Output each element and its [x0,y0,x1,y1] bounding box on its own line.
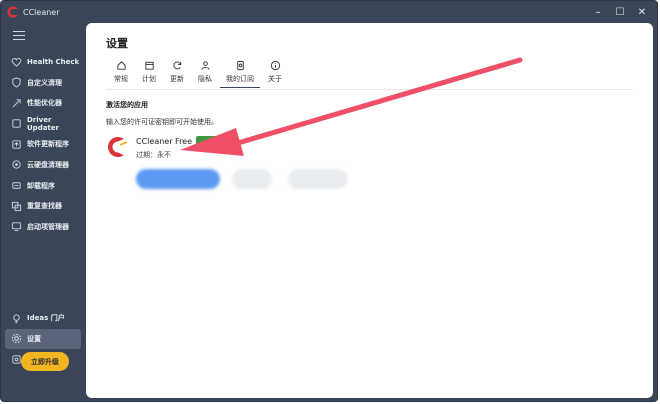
heart-icon [11,57,22,67]
window-controls: – ☐ ✕ [587,4,653,20]
duplicate-icon [11,201,22,211]
cloud-icon [12,160,21,170]
tab-label: 常规 [114,75,128,83]
settings-panel: 设置 常规 计划 更新 隐私 我的订阅 关于 激活您的应用 输入您的许可证密钥即… [86,23,653,398]
sidebar-item-label: 自定义清理 [27,78,62,87]
uninstall-icon [12,182,21,189]
sidebar-item-label: 软件更新程序 [27,140,69,149]
tab-about[interactable]: 关于 [262,60,288,88]
sidebar-item-driver-updater[interactable]: Driver Updater [5,114,81,134]
tab-label: 更新 [170,75,184,83]
app-expiry: 过期：永不 [136,151,171,159]
sidebar-item-label: 重复查找器 [27,202,62,211]
tab-general[interactable]: 常规 [108,60,134,88]
tab-label: 关于 [268,75,282,83]
sidebar-item-uninstaller[interactable]: 卸载程序 [5,176,81,196]
section-description: 输入您的许可证密钥即可开始使用。 [106,118,218,126]
ccleaner-logo-icon [7,6,19,18]
sidebar-item-label: Health Check [27,58,80,66]
sidebar-item-cloud-cleaner[interactable]: 云硬盘清理器 [5,155,81,175]
tab-label: 计划 [142,75,156,83]
rocket-icon [12,99,21,108]
sidebar-item-label: Ideas 门户 [27,314,65,322]
driver-icon [12,119,21,128]
minimize-icon[interactable]: – [587,4,609,20]
edition-badge [196,136,222,146]
close-icon[interactable]: ✕ [631,4,653,20]
sidebar: Health Check 自定义清理 性能优化器 Driver Updater … [1,23,85,401]
tab-divider [106,89,633,90]
sidebar-item-label: 云硬盘清理器 [27,160,69,169]
sidebar-item-duplicate-finder[interactable]: 重复查找器 [5,196,81,216]
calendar-icon [144,61,154,70]
subscription-icon [236,60,244,71]
menu-icon[interactable] [13,31,25,41]
tab-label: 隐私 [198,75,212,83]
sidebar-item-label: 设置 [27,334,41,343]
tab-schedule[interactable]: 计划 [136,60,162,88]
title-bar: CCleaner – ☐ ✕ [1,1,657,23]
sidebar-item-startup-manager[interactable]: 启动项管理器 [5,217,81,237]
sidebar-item-custom-clean[interactable]: 自定义清理 [5,73,81,93]
page-title: 设置 [106,37,128,50]
section-title: 激活您的应用 [106,101,148,109]
sidebar-item-performance[interactable]: 性能优化器 [5,93,81,113]
sidebar-item-label: Driver Updater [27,115,59,132]
home-icon [116,61,126,70]
ccleaner-app-logo-icon [108,137,128,157]
sidebar-nav: Health Check 自定义清理 性能优化器 Driver Updater … [5,52,81,237]
blurred-secondary-button[interactable] [232,169,272,189]
settings-tabs: 常规 计划 更新 隐私 我的订阅 关于 [108,60,290,88]
gear-icon [11,334,22,344]
person-icon [200,61,210,70]
shield-icon [12,77,21,88]
tab-my-subscription[interactable]: 我的订阅 [220,60,260,88]
sidebar-item-label: 启动项管理器 [27,222,69,231]
blurred-tertiary-button[interactable] [288,169,348,189]
window-title: CCleaner [23,7,60,17]
startup-icon [11,222,22,232]
sidebar-item-settings[interactable]: 设置 [5,328,81,349]
refresh-icon [172,61,181,70]
app-window: CCleaner – ☐ ✕ Health Check 自定义清理 性能优化器 [0,0,658,402]
tab-update[interactable]: 更新 [164,60,190,88]
sidebar-item-label: 性能优化器 [27,99,62,108]
app-name: CCleaner Free [136,137,193,146]
maximize-icon[interactable]: ☐ [609,4,631,20]
sidebar-item-software-updater[interactable]: 软件更新程序 [5,134,81,154]
sidebar-item-ideas-portal[interactable]: Ideas 门户 [5,308,81,328]
bulb-icon [13,313,20,323]
update-box-icon [12,140,21,149]
tab-label: 我的订阅 [226,75,254,83]
sidebar-item-health-check[interactable]: Health Check [5,52,81,72]
tab-privacy[interactable]: 隐私 [192,60,218,88]
sidebar-item-label: 卸载程序 [27,181,55,190]
blurred-primary-button[interactable] [136,169,220,189]
upgrade-button[interactable]: 立即升级 [21,352,69,371]
info-icon [270,60,280,71]
